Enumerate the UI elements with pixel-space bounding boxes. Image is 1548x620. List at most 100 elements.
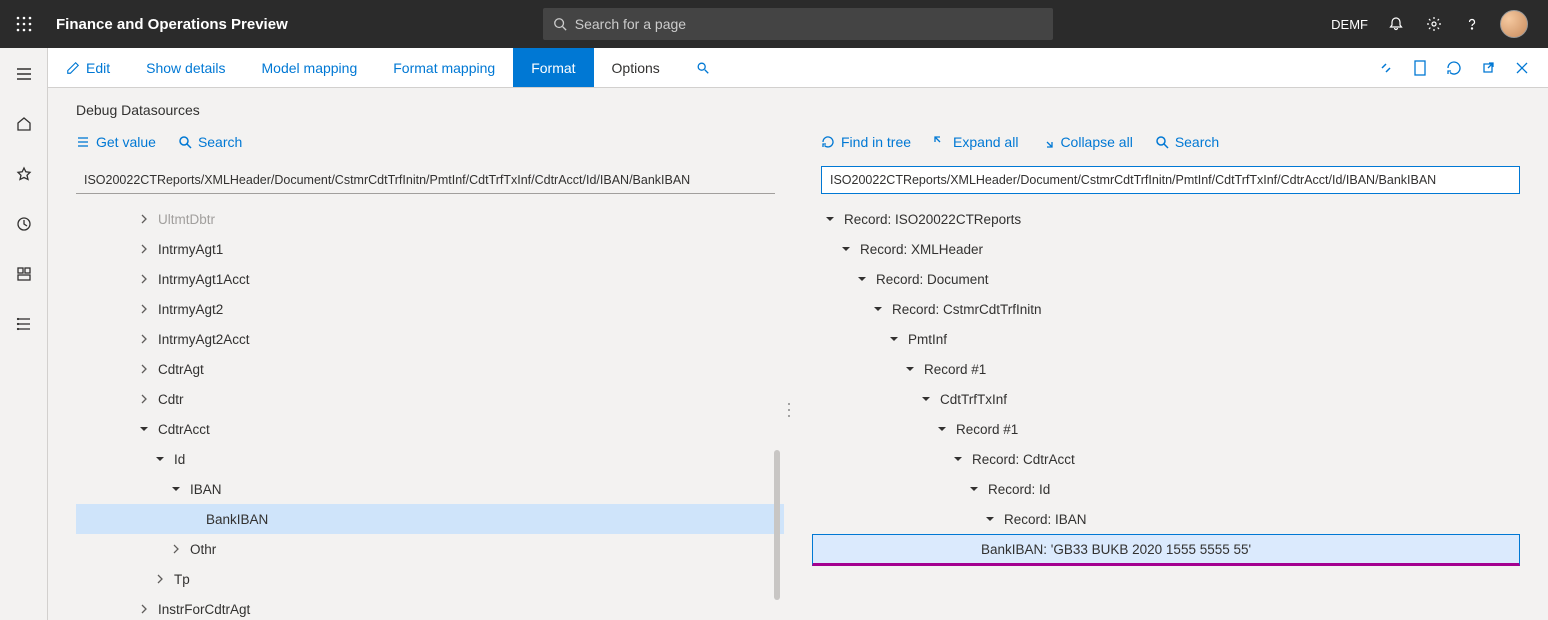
caret-icon[interactable]	[168, 481, 184, 497]
caret-icon[interactable]	[136, 391, 152, 407]
caret-icon[interactable]	[854, 271, 870, 287]
tree-node[interactable]: UltmtDbtr	[76, 204, 784, 234]
tree-node[interactable]: IntrmyAgt1Acct	[76, 264, 784, 294]
workspace-icon[interactable]	[8, 258, 40, 290]
star-icon[interactable]	[8, 158, 40, 190]
tree-node-label: Record: ISO20022CTReports	[844, 212, 1021, 227]
right-tree-pane[interactable]: Record: ISO20022CTReports Record: XMLHead…	[794, 200, 1548, 620]
format-mapping-button[interactable]: Format mapping	[375, 48, 513, 87]
gear-icon[interactable]	[1424, 14, 1444, 34]
tree-node[interactable]: Tp	[76, 564, 784, 594]
left-search-button[interactable]: Search	[178, 134, 242, 150]
right-search-button[interactable]: Search	[1155, 134, 1219, 150]
tree-node[interactable]: IntrmyAgt2Acct	[76, 324, 784, 354]
expand-all-button[interactable]: Expand all	[933, 134, 1018, 150]
tree-node[interactable]: Record #1	[812, 414, 1520, 444]
tree-node[interactable]: IntrmyAgt2	[76, 294, 784, 324]
app-title: Finance and Operations Preview	[56, 16, 288, 33]
bell-icon[interactable]	[1386, 14, 1406, 34]
tree-node-label: CdtrAgt	[158, 362, 204, 377]
link-icon[interactable]	[1376, 58, 1396, 78]
tree-node-label: Id	[174, 452, 185, 467]
tree-node[interactable]: Record: Document	[812, 264, 1520, 294]
tree-node[interactable]: Othr	[76, 534, 784, 564]
tree-node[interactable]: InstrForCdtrAgt	[76, 594, 784, 620]
model-mapping-button[interactable]: Model mapping	[244, 48, 376, 87]
refresh-icon[interactable]	[1444, 58, 1464, 78]
tree-node[interactable]: Record: CstmrCdtTrfInitn	[812, 294, 1520, 324]
tree-node[interactable]: CdtrAgt	[76, 354, 784, 384]
filter-button[interactable]	[678, 48, 728, 87]
tree-node[interactable]: BankIBAN	[76, 504, 784, 534]
caret-icon[interactable]	[870, 301, 886, 317]
collapse-all-label: Collapse all	[1060, 134, 1132, 150]
caret-icon[interactable]	[822, 211, 838, 227]
left-tree-pane[interactable]: UltmtDbtrIntrmyAgt1 IntrmyAgt1Acct IntrmyA…	[48, 200, 784, 620]
splitter[interactable]	[784, 200, 794, 620]
caret-icon[interactable]	[136, 601, 152, 617]
caret-icon[interactable]	[184, 511, 200, 527]
show-details-button[interactable]: Show details	[128, 48, 243, 87]
get-value-label: Get value	[96, 134, 156, 150]
tree-node[interactable]: PmtInf	[812, 324, 1520, 354]
tree-node-label: IntrmyAgt1Acct	[158, 272, 250, 287]
edit-button[interactable]: Edit	[48, 48, 128, 87]
caret-icon[interactable]	[152, 571, 168, 587]
tree-node[interactable]: CdtrAcct	[76, 414, 784, 444]
caret-icon[interactable]	[152, 451, 168, 467]
tree-node[interactable]: Id	[76, 444, 784, 474]
left-path-input[interactable]	[76, 166, 775, 194]
caret-icon[interactable]	[982, 511, 998, 527]
get-value-button[interactable]: Get value	[76, 134, 156, 150]
caret-icon[interactable]	[838, 241, 854, 257]
scrollbar-thumb[interactable]	[774, 450, 780, 600]
caret-icon[interactable]	[136, 361, 152, 377]
caret-icon[interactable]	[136, 331, 152, 347]
caret-icon[interactable]	[136, 301, 152, 317]
caret-icon[interactable]	[950, 451, 966, 467]
home-icon[interactable]	[8, 108, 40, 140]
right-path-input[interactable]	[821, 166, 1520, 194]
collapse-all-button[interactable]: Collapse all	[1040, 134, 1132, 150]
caret-icon[interactable]	[168, 541, 184, 557]
help-icon[interactable]	[1462, 14, 1482, 34]
caret-icon[interactable]	[136, 211, 152, 227]
top-header: Finance and Operations Preview Search fo…	[0, 0, 1548, 48]
popout-icon[interactable]	[1478, 58, 1498, 78]
app-launcher-icon[interactable]	[8, 8, 40, 40]
tree-node[interactable]: Record #1	[812, 354, 1520, 384]
filter-icon	[696, 61, 710, 75]
hamburger-icon[interactable]	[8, 58, 40, 90]
caret-icon[interactable]	[136, 241, 152, 257]
options-button[interactable]: Options	[594, 48, 678, 87]
caret-icon[interactable]	[959, 541, 975, 557]
caret-icon[interactable]	[886, 331, 902, 347]
clock-icon[interactable]	[8, 208, 40, 240]
format-tab[interactable]: Format	[513, 48, 593, 87]
modules-icon[interactable]	[8, 308, 40, 340]
company-code[interactable]: DEMF	[1331, 17, 1368, 32]
caret-icon[interactable]	[136, 271, 152, 287]
tree-node[interactable]: IntrmyAgt1	[76, 234, 784, 264]
caret-icon[interactable]	[966, 481, 982, 497]
caret-icon[interactable]	[934, 421, 950, 437]
tree-node-label: Record: IBAN	[1004, 512, 1087, 527]
close-icon[interactable]	[1512, 58, 1532, 78]
caret-icon[interactable]	[902, 361, 918, 377]
tree-node[interactable]: Record: XMLHeader	[812, 234, 1520, 264]
global-search-input[interactable]: Search for a page	[543, 8, 1053, 40]
tree-node[interactable]: Record: Id	[812, 474, 1520, 504]
tree-node[interactable]: Record: ISO20022CTReports	[812, 204, 1520, 234]
tree-node[interactable]: Record: CdtrAcct	[812, 444, 1520, 474]
avatar[interactable]	[1500, 10, 1528, 38]
caret-icon[interactable]	[918, 391, 934, 407]
caret-icon[interactable]	[136, 421, 152, 437]
tree-node-label: IntrmyAgt2Acct	[158, 332, 250, 347]
tree-node[interactable]: CdtTrfTxInf	[812, 384, 1520, 414]
page-icon[interactable]	[1410, 58, 1430, 78]
tree-node[interactable]: IBAN	[76, 474, 784, 504]
tree-node[interactable]: Cdtr	[76, 384, 784, 414]
tree-node-result[interactable]: BankIBAN: 'GB33 BUKB 2020 1555 5555 55'	[812, 534, 1520, 566]
tree-node[interactable]: Record: IBAN	[812, 504, 1520, 534]
find-in-tree-button[interactable]: Find in tree	[821, 134, 911, 150]
